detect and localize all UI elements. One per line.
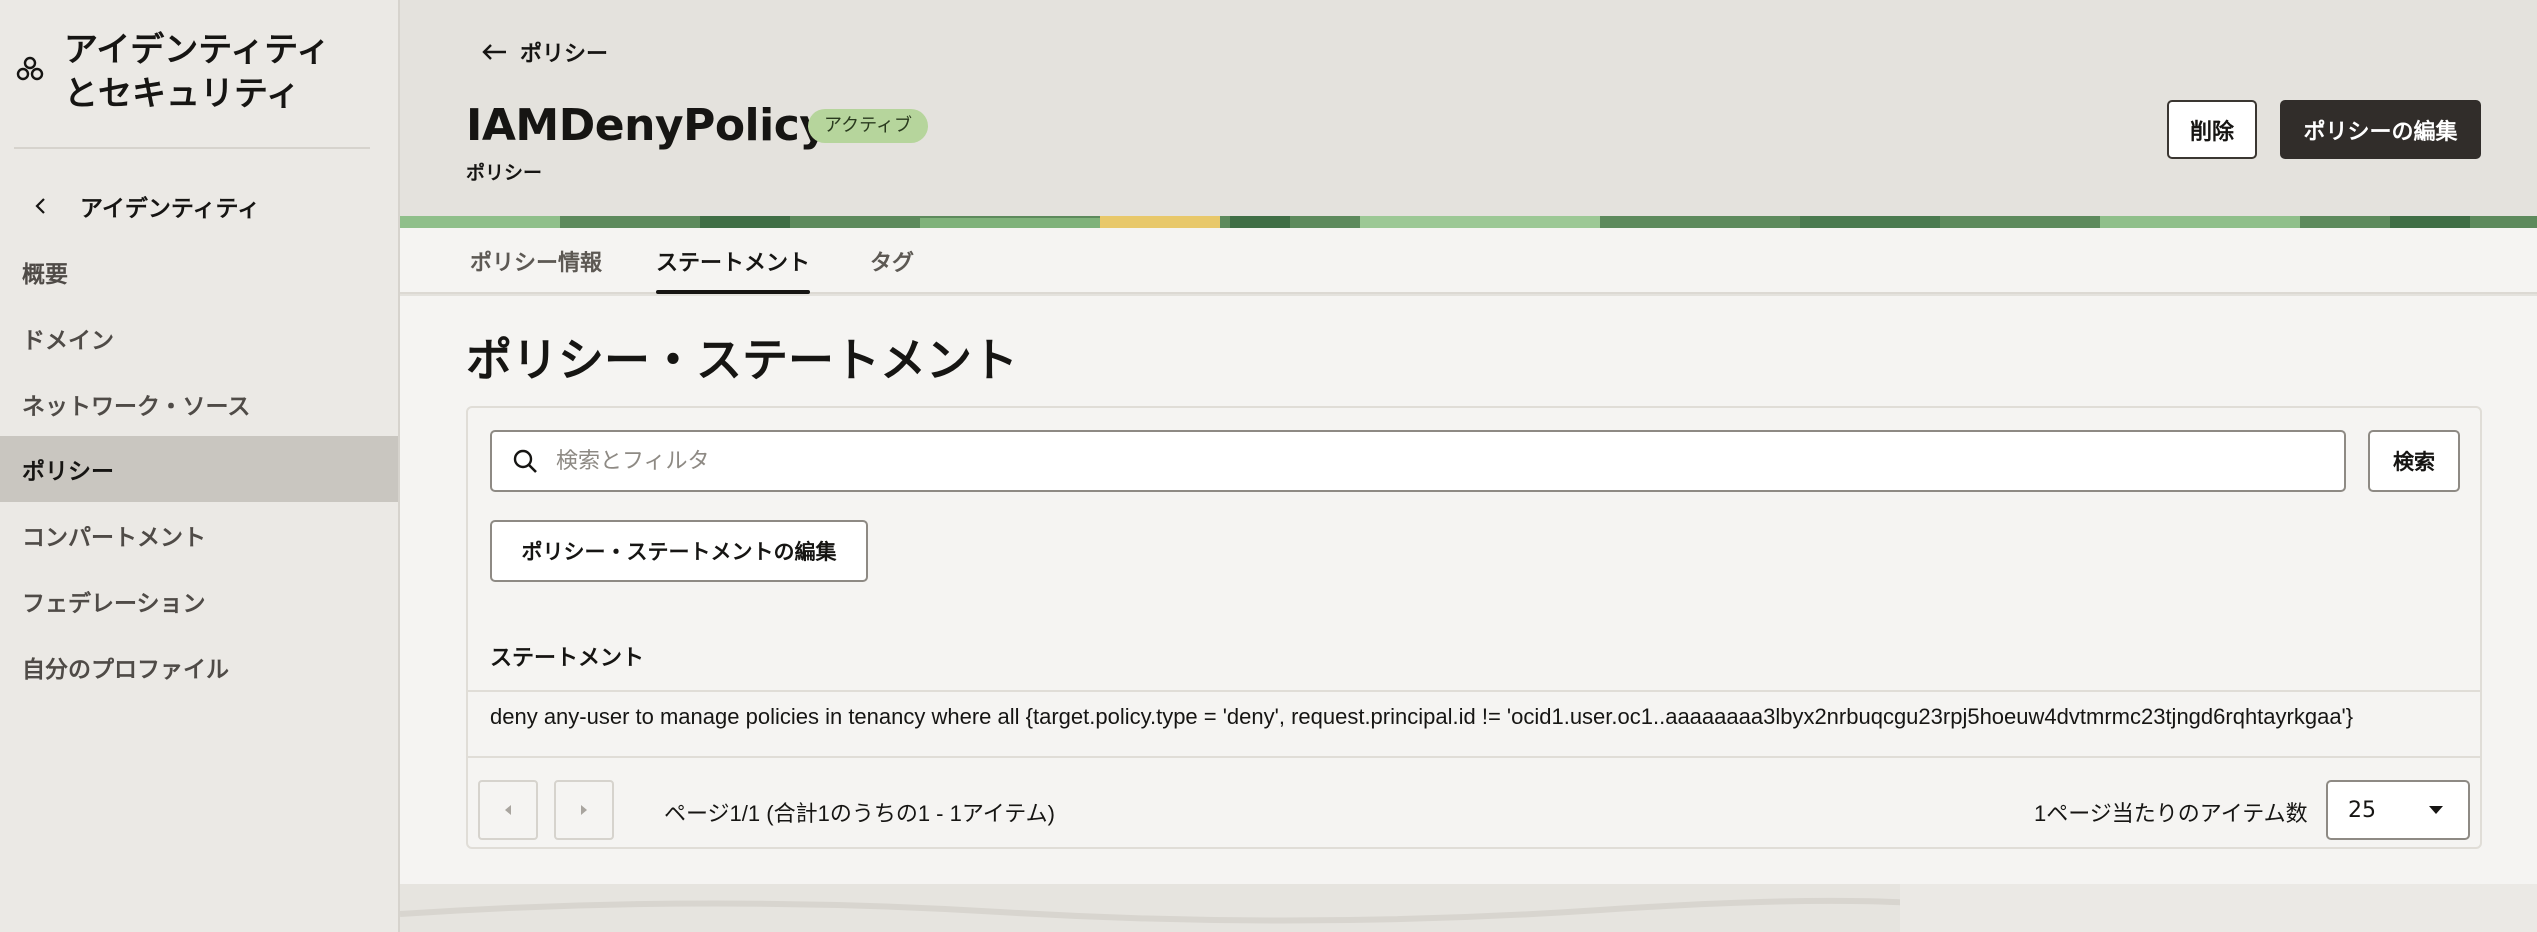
- statements-panel: 検索 ポリシー・ステートメントの編集 ステートメント deny any-user…: [466, 406, 2482, 849]
- sidebar-divider: [14, 147, 370, 149]
- page-subtitle: ポリシー: [466, 162, 543, 184]
- back-to-policies-link[interactable]: ポリシー: [480, 36, 608, 68]
- table-divider: [468, 690, 2480, 692]
- per-page-value: 25: [2348, 797, 2376, 823]
- tab-statements[interactable]: ステートメント: [656, 228, 811, 294]
- search-input[interactable]: [556, 448, 2256, 474]
- search-icon: [513, 449, 537, 473]
- next-page-button[interactable]: [554, 780, 614, 840]
- sidebar-back-link[interactable]: アイデンティティ: [30, 188, 260, 224]
- tab-tags[interactable]: タグ: [870, 228, 914, 294]
- caret-down-icon: [2429, 806, 2443, 814]
- edit-policy-button[interactable]: ポリシーの編集: [2280, 100, 2481, 159]
- previous-page-button[interactable]: [478, 780, 538, 840]
- per-page-select[interactable]: 25: [2326, 780, 2470, 840]
- per-page-label: 1ページ当たりのアイテム数: [2034, 801, 2308, 826]
- caret-left-icon: [505, 805, 511, 815]
- chevron-left-icon: [35, 198, 45, 214]
- decorative-footer-pattern: [400, 884, 2537, 932]
- statements-section: ポリシー・ステートメント 検索 ポリシー・ステートメントの編集 ステートメント …: [400, 296, 2537, 884]
- sidebar-item-policies[interactable]: ポリシー: [0, 436, 398, 502]
- sidebar-item-network-sources[interactable]: ネットワーク・ソース: [0, 371, 398, 437]
- sidebar-header: アイデンティティとセキュリティ: [14, 28, 374, 116]
- table-row: deny any-user to manage policies in tena…: [490, 704, 2354, 729]
- sidebar-item-my-profile[interactable]: 自分のプロファイル: [0, 634, 398, 700]
- page-title: IAMDenyPolicy: [466, 100, 828, 151]
- tab-policy-info[interactable]: ポリシー情報: [470, 228, 602, 294]
- main-content: ポリシー IAMDenyPolicy アクティブ ポリシー 削除 ポリシーの編集…: [400, 0, 2537, 932]
- search-field[interactable]: [490, 430, 2346, 492]
- identity-logo-icon: [16, 56, 44, 81]
- column-header-statement: ステートメント: [490, 646, 645, 671]
- sidebar-title: アイデンティティとセキュリティ: [64, 30, 331, 114]
- back-link-label: ポリシー: [520, 42, 609, 67]
- sidebar-item-domains[interactable]: ドメイン: [0, 305, 398, 371]
- sidebar-item-compartments[interactable]: コンパートメント: [0, 502, 398, 568]
- sidebar-item-federation[interactable]: フェデレーション: [0, 568, 398, 634]
- tab-bar: ポリシー情報 ステートメント タグ: [400, 228, 2537, 294]
- section-title: ポリシー・ステートメント: [466, 333, 1018, 387]
- decorative-banner: [400, 216, 2537, 228]
- delete-button[interactable]: 削除: [2167, 100, 2257, 159]
- status-badge: アクティブ: [808, 109, 929, 143]
- sidebar: アイデンティティとセキュリティ アイデンティティ 概要 ドメイン ネットワーク・…: [0, 0, 400, 932]
- pagination-status: ページ1/1 (合計1のうちの1 - 1アイテム): [664, 801, 1055, 826]
- table-divider: [468, 756, 2480, 758]
- search-button[interactable]: 検索: [2368, 430, 2460, 492]
- caret-right-icon: [581, 805, 587, 815]
- sidebar-back-label: アイデンティティ: [80, 196, 261, 222]
- edit-statements-button[interactable]: ポリシー・ステートメントの編集: [490, 520, 868, 582]
- sidebar-item-overview[interactable]: 概要: [0, 239, 398, 305]
- arrow-left-icon: [482, 44, 506, 60]
